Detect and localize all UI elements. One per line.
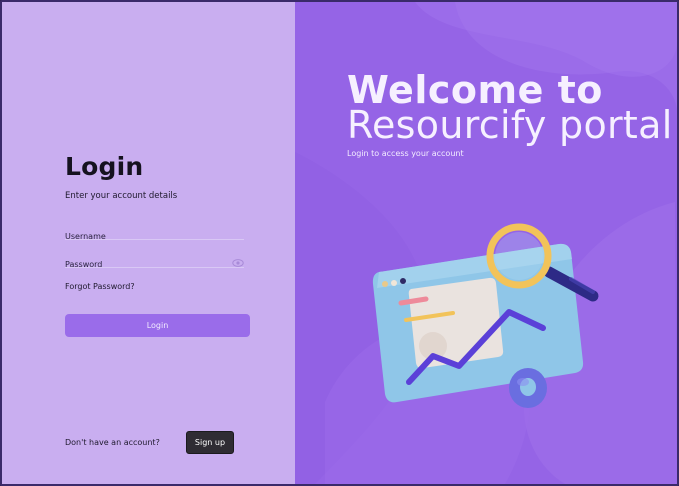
analytics-dashboard-illustration bbox=[372, 223, 599, 408]
login-button[interactable]: Login bbox=[65, 314, 250, 337]
forgot-password-link[interactable]: Forgot Password? bbox=[65, 282, 135, 291]
app-window: Login Enter your account details Forgot … bbox=[0, 0, 679, 486]
hero-title-line2: Resourcify portal bbox=[347, 103, 673, 147]
login-subtitle: Enter your account details bbox=[65, 191, 178, 201]
login-panel: Login Enter your account details Forgot … bbox=[2, 2, 295, 484]
username-input[interactable] bbox=[65, 229, 244, 244]
password-input[interactable] bbox=[65, 257, 244, 272]
eye-icon[interactable] bbox=[232, 253, 244, 267]
password-field-wrapper bbox=[65, 252, 244, 272]
hero-panel: Welcome to Resourcify portal Login to ac… bbox=[295, 2, 677, 484]
signup-button[interactable]: Sign up bbox=[186, 431, 234, 454]
hero-subtitle: Login to access your account bbox=[347, 149, 464, 158]
username-field-wrapper bbox=[65, 224, 244, 244]
no-account-text: Don't have an account? bbox=[65, 438, 160, 447]
login-title: Login bbox=[65, 152, 144, 181]
